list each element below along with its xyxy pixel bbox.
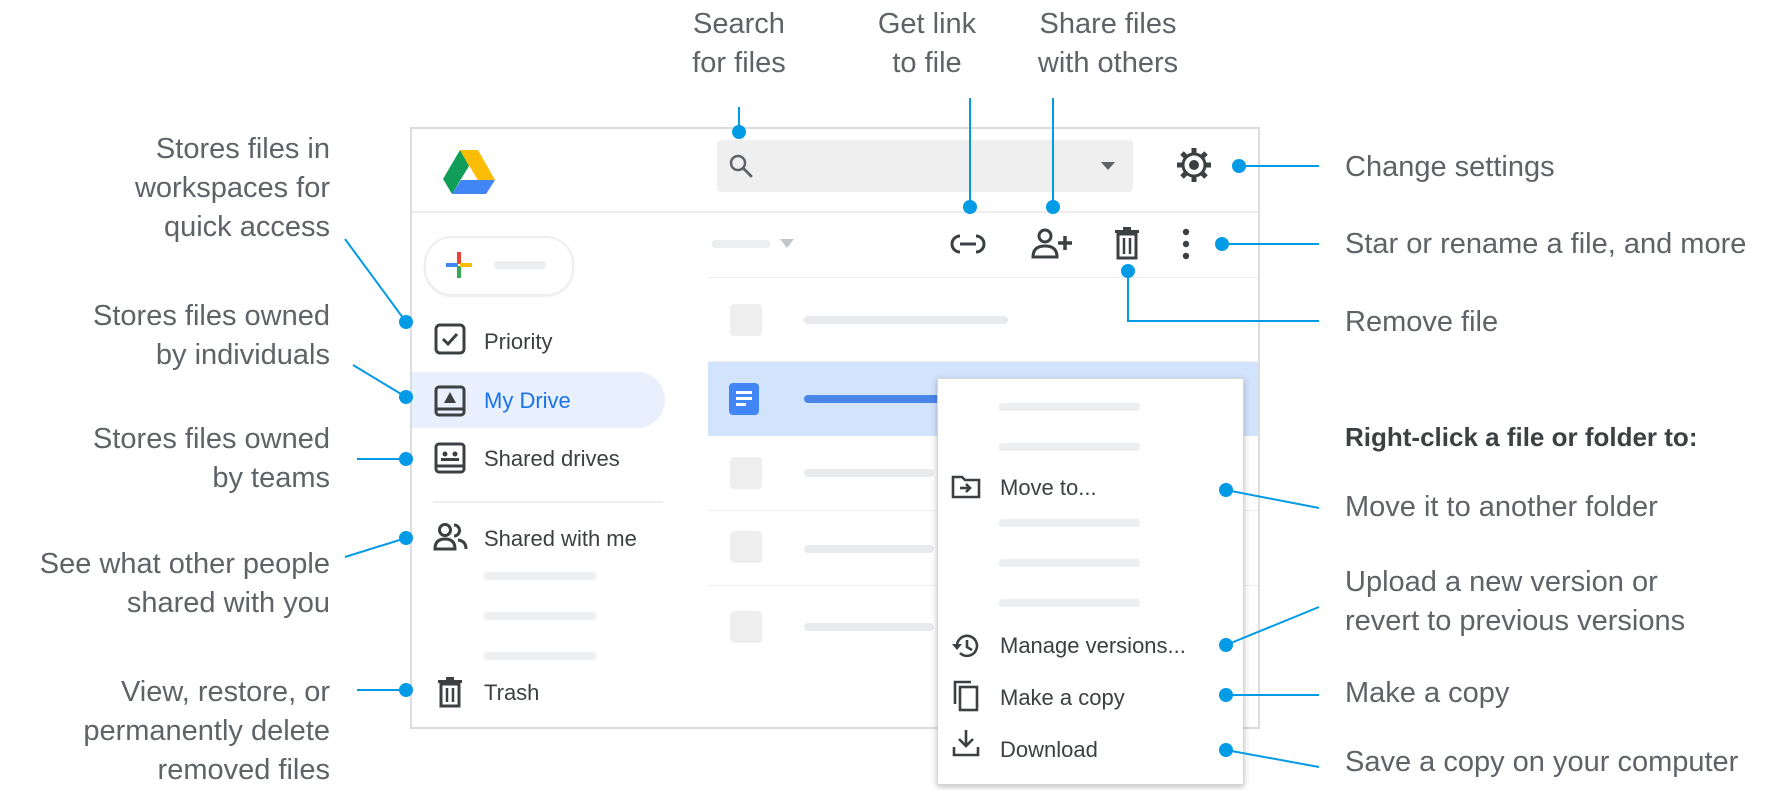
callout-dot (1219, 638, 1233, 652)
callout-dot (963, 200, 977, 214)
callout-dot (1219, 688, 1233, 702)
callout-star-rename: Star or rename a file, and more (1345, 228, 1747, 260)
callout-dot (399, 531, 413, 545)
callout-workspaces: Stores files in workspaces for quick acc… (134, 133, 330, 243)
callout-change-settings: Change settings (1345, 151, 1555, 183)
callout-dot (399, 390, 413, 404)
callout-make-copy: Make a copy (1345, 677, 1510, 709)
callout-connectors (344, 98, 1320, 768)
callout-right-click-heading: Right-click a file or folder to: (1345, 422, 1698, 452)
callout-dot (1219, 483, 1233, 497)
callout-move-folder: Move it to another folder (1345, 491, 1658, 523)
callout-dot (1215, 237, 1229, 251)
callout-dot (1219, 743, 1233, 757)
callout-dot (399, 315, 413, 329)
callout-save-copy: Save a copy on your computer (1345, 746, 1739, 778)
callout-shared-with-you: See what other people shared with you (39, 548, 330, 619)
callout-dot (399, 683, 413, 697)
callout-dot (1232, 159, 1246, 173)
callout-share: Share files with others (1037, 8, 1179, 79)
callout-dot (399, 452, 413, 466)
callout-upload-version: Upload a new version or revert to previo… (1345, 566, 1686, 637)
callout-remove-file: Remove file (1345, 306, 1499, 338)
callout-individuals: Stores files owned by individuals (93, 300, 330, 371)
callout-dot (1046, 200, 1060, 214)
callout-search: Search for files (692, 8, 786, 79)
callout-teams: Stores files owned by teams (93, 423, 330, 494)
callout-trash: View, restore, or permanently delete rem… (83, 676, 330, 786)
callout-get-link: Get link to file (877, 8, 977, 79)
callout-dot (1121, 264, 1135, 278)
callout-dot (732, 125, 746, 139)
